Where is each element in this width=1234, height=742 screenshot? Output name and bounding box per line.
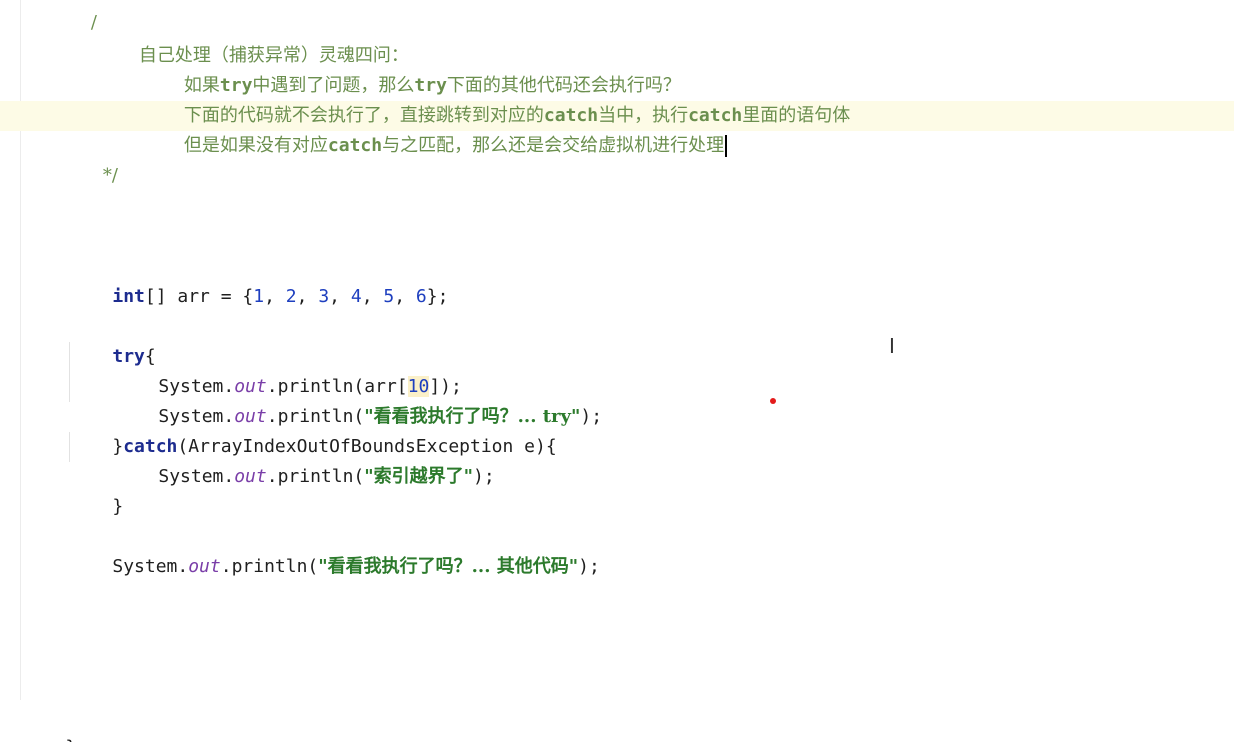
comment-question-line: 如果try中遇到了问题，那么try下面的其他代码还会执行吗？ (161, 41, 681, 96)
comment-answer1-line: 下面的代码就不会执行了，直接跳转到对应的catch当中，执行catch里面的语句… (161, 71, 850, 126)
comment-answer2-line[interactable]: 但是如果没有对应catch与之匹配，那么还是会交给虚拟机进行处理 (161, 101, 728, 157)
comment-open-tail: / (68, 0, 97, 33)
comment-keyword: catch (327, 135, 383, 156)
code-line-try[interactable]: try{ (69, 312, 155, 367)
code-text: ); (578, 556, 600, 577)
comment-text: 里面的语句体 (742, 105, 851, 126)
number-literal: 5 (383, 286, 395, 307)
comment-open-text: / (90, 12, 97, 33)
number-literal: 3 (318, 286, 330, 307)
code-line-println-arr[interactable]: System.out.println(arr[10]); (115, 342, 462, 397)
text-caret (725, 135, 728, 157)
code-text: }; (426, 286, 449, 307)
code-text: .println( (266, 466, 365, 487)
code-text: ); (473, 466, 495, 487)
comment-text: 但是如果没有对应 (183, 135, 328, 156)
code-editor[interactable]: / 自己处理（捕获异常）灵魂四问： 如果try中遇到了问题，那么try下面的其他… (0, 0, 1234, 742)
code-line-println-other[interactable]: System.out.println("看看我执行了吗？... 其他代码"); (69, 522, 599, 577)
string-literal: "看看我执行了吗？... 其他代码" (318, 556, 579, 577)
mouse-ibeam-icon: I (889, 334, 895, 358)
number-literal: 2 (285, 286, 297, 307)
comment-close-line: */ (80, 131, 118, 186)
indent-guide (69, 342, 70, 402)
comment-text: 与之匹配，那么还是会交给虚拟机进行处理 (382, 135, 725, 156)
code-line-array-decl[interactable]: int[] arr = {1, 2, 3, 4, 5, 6}; (69, 252, 448, 307)
code-text: ); (580, 406, 603, 427)
field-out: out (234, 466, 267, 487)
code-text: System. (158, 466, 235, 487)
string-literal: "索引越界了" (364, 466, 474, 487)
code-text: [] arr = { (144, 286, 254, 307)
code-line-println-catch[interactable]: System.out.println("索引越界了"); (115, 432, 494, 487)
code-line-catch[interactable]: }catch(ArrayIndexOutOfBoundsException e)… (69, 402, 556, 457)
code-text: } (65, 737, 76, 742)
code-text: } (112, 496, 124, 517)
comment-close: */ (102, 165, 118, 186)
number-literal: 4 (350, 286, 362, 307)
keyword-int: int (112, 286, 145, 307)
code-line-final-brace[interactable]: } (22, 703, 76, 742)
code-line-println-try[interactable]: System.out.println("看看我执行了吗？... try"); (115, 372, 602, 427)
field-out: out (188, 556, 221, 577)
code-text: .println( (220, 556, 319, 577)
comment-title-line: 自己处理（捕获异常）灵魂四问： (116, 11, 409, 66)
pointer-dot-icon (770, 398, 776, 404)
code-line-close-brace[interactable]: } (69, 462, 123, 517)
number-literal: 6 (415, 286, 427, 307)
code-text: System. (112, 556, 189, 577)
number-literal: 1 (253, 286, 265, 307)
